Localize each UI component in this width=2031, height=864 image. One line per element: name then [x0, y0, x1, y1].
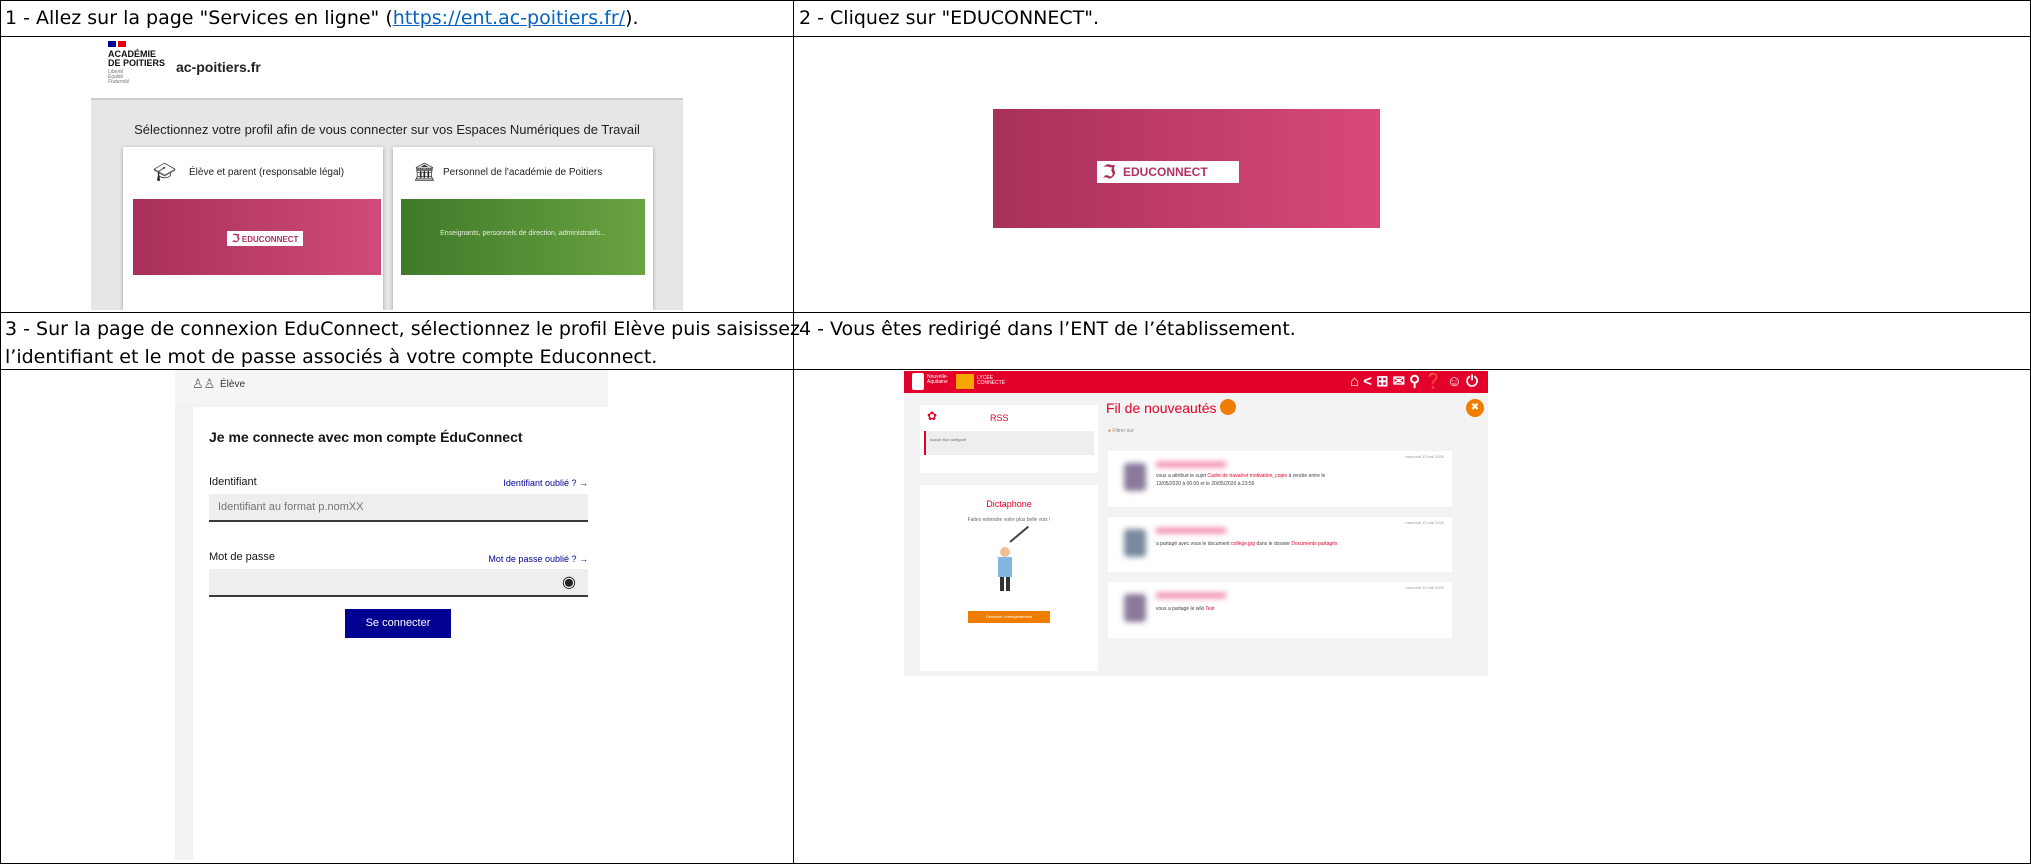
lycee-name: LYCÉE CONNECTÉ [977, 375, 1006, 386]
news-date: mercredi 13 mai 2020 [1405, 585, 1444, 590]
apps-grid-icon[interactable]: ⊞ [1376, 373, 1393, 390]
mail-icon[interactable]: ✉ [1393, 373, 1410, 390]
pw-label: Mot de passe [209, 551, 276, 563]
news-text: vous a attribué le sujet Cadre de travai… [1156, 473, 1326, 487]
id-input[interactable] [209, 494, 588, 522]
rss-title: RSS [990, 413, 1009, 423]
home-icon[interactable]: ⌂ [1350, 373, 1363, 390]
eye-icon[interactable]: ◉ [562, 572, 576, 592]
lycee-logo-mark [956, 374, 974, 389]
avatar [1124, 463, 1146, 491]
profile-label: Élève [220, 379, 246, 390]
academie-body: Sélectionnez votre profil afin de vous c… [91, 98, 683, 310]
institution-icon: 🏛︎ [413, 162, 436, 182]
help-icon[interactable]: ❓ [1424, 373, 1447, 390]
ent-header: Nouvelle-Aquitaine LYCÉE CONNECTÉ ⌂<⊞✉⚲❓… [904, 371, 1488, 393]
feed-title: Fil de nouveautés [1106, 400, 1217, 416]
info-icon [1220, 399, 1236, 415]
card-personnel-label: Personnel de l'académie de Poitiers [443, 167, 603, 178]
feed-filter[interactable]: ● Filtrer sur [1108, 428, 1134, 434]
author-name-blurred [1156, 528, 1226, 533]
login-screenshot: ♙♙ Élève Je me connecte avec mon compte … [175, 370, 608, 860]
educonnect-button-small[interactable]: ℑ EDUCONNECT [133, 199, 381, 275]
dictaphone-text: Faites entendre votre plus belle voix ! [967, 517, 1051, 523]
academie-logo-text: ACADÉMIE DE POITIERS [108, 49, 166, 68]
flag-red [118, 41, 126, 47]
news-date: mercredi 13 mai 2020 [1405, 454, 1444, 459]
author-name-blurred [1156, 593, 1226, 598]
gear-icon[interactable]: ✿ [927, 409, 937, 423]
news-item[interactable]: mercredi 13 mai 2020 a partagé avec vous… [1108, 517, 1452, 572]
login-title: Je me connecte avec mon compte ÉduConnec… [209, 429, 523, 445]
news-item[interactable]: mercredi 13 mai 2020 vous a attribué le … [1108, 451, 1452, 507]
step-4-text: 4 - Vous êtes redirigé dans l’ENT de l’é… [799, 318, 1296, 340]
singer-illustration [980, 525, 1040, 593]
dictaphone-button[interactable]: Démarrer l'enregistrement [968, 611, 1050, 623]
step-1-text: 1 - Allez sur la page "Services en ligne… [5, 7, 639, 29]
step-3-text: 3 - Sur la page de connexion EduConnect,… [5, 318, 800, 368]
educonnect-mark-icon: ℑ [1103, 162, 1116, 182]
ent-link[interactable]: https://ent.ac-poitiers.fr/ [393, 7, 625, 29]
region-logo [912, 373, 924, 390]
card-eleve[interactable]: 🎓︎ Élève et parent (responsable légal) ℑ… [123, 147, 383, 310]
educonnect-small-logo: ℑ EDUCONNECT [227, 231, 304, 246]
educonnect-button-large[interactable]: ℑ EDUCONNECT [993, 109, 1380, 228]
educonnect-large-label: EDUCONNECT [1123, 165, 1208, 179]
dictaphone-title: Dictaphone [986, 499, 1032, 509]
dictaphone-card: Dictaphone Faites entendre votre plus be… [920, 485, 1098, 671]
rss-empty: Aucun flux configuré [924, 431, 1094, 455]
news-text: a partagé avec vous le document collège.… [1156, 541, 1338, 547]
avatar [1124, 529, 1146, 557]
region-name: Nouvelle-Aquitaine [927, 374, 949, 385]
flag-blue [108, 41, 116, 47]
news-text: vous a partagé le wiki Test [1156, 606, 1215, 612]
news-item[interactable]: mercredi 13 mai 2020 vous a partagé le w… [1108, 582, 1452, 638]
academie-headline: Sélectionnez votre profil afin de vous c… [134, 122, 640, 137]
academie-screenshot: ACADÉMIE DE POITIERS Liberté Égalité Fra… [91, 38, 683, 310]
news-date: mercredi 13 mai 2020 [1405, 520, 1444, 525]
account-icon[interactable]: ☺ [1447, 373, 1466, 390]
profile-bar: ♙♙ Élève [175, 370, 608, 403]
pw-forgot-link[interactable]: Mot de passe oublié ? → [488, 554, 588, 564]
search-icon[interactable]: ⚲ [1409, 373, 1424, 390]
share-icon[interactable]: < [1363, 373, 1376, 390]
id-label: Identifiant [209, 476, 257, 488]
academie-header: ACADÉMIE DE POITIERS Liberté Égalité Fra… [91, 38, 683, 98]
login-card: Je me connecte avec mon compte ÉduConnec… [193, 407, 608, 860]
avatar [1124, 594, 1146, 622]
submit-button[interactable]: Se connecter [345, 609, 451, 638]
educonnect-mark-icon: ℑ [232, 233, 240, 245]
logo-motto: Liberté Égalité Fraternité [108, 69, 130, 85]
card-personnel[interactable]: 🏛︎ Personnel de l'académie de Poitiers E… [393, 147, 653, 310]
personnel-desc: Enseignants, personnels de direction, ad… [440, 230, 606, 237]
pw-input[interactable]: ◉ [209, 569, 588, 597]
ent-screenshot: Nouvelle-Aquitaine LYCÉE CONNECTÉ ⌂<⊞✉⚲❓… [904, 371, 1488, 676]
id-forgot-link[interactable]: Identifiant oublié ? → [503, 478, 588, 488]
rss-card: ✿ RSS Aucun flux configuré [920, 405, 1098, 473]
ent-toolbar: ⌂<⊞✉⚲❓☺⏻ [1350, 372, 1482, 390]
personnel-button[interactable]: Enseignants, personnels de direction, ad… [401, 199, 645, 275]
step-2-text: 2 - Cliquez sur "EDUCONNECT". [799, 7, 1100, 29]
users-icon: ♙♙ [192, 376, 216, 391]
author-name-blurred [1156, 462, 1226, 467]
graduation-cap-icon: 🎓︎ [153, 162, 176, 182]
educonnect-large-logo: ℑ EDUCONNECT [1097, 161, 1239, 183]
site-name: ac-poitiers.fr [176, 59, 261, 75]
bullet-icon: ● [1108, 428, 1112, 434]
card-eleve-label: Élève et parent (responsable légal) [189, 167, 345, 178]
tools-icon[interactable]: ✖ [1466, 399, 1484, 417]
power-icon[interactable]: ⏻ [1466, 373, 1482, 390]
